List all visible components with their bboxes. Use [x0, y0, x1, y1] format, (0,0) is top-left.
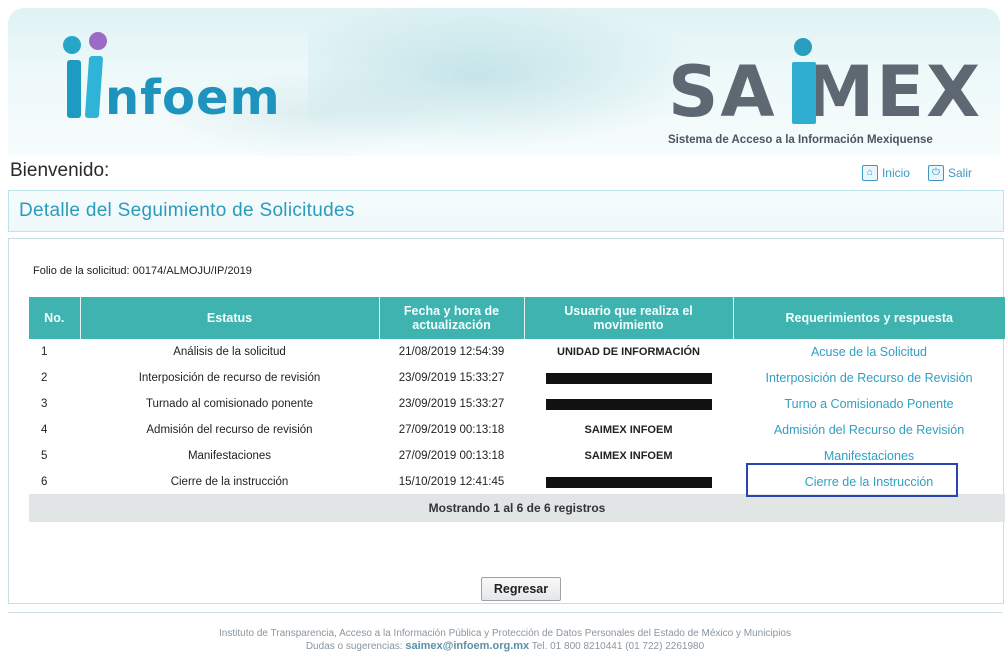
row-number: 1	[41, 346, 48, 358]
home-link[interactable]: ⌂ Inicio	[861, 165, 910, 181]
table-row: 1 Análisis de la solicitud 21/08/2019 12…	[29, 339, 1005, 365]
row-status: Manifestaciones	[187, 450, 272, 462]
logo-dot-icon	[63, 36, 81, 54]
infoem-logo: nfoem	[63, 32, 323, 132]
highlight-box	[746, 463, 958, 497]
redaction-bar	[545, 476, 712, 488]
response-link[interactable]: Acuse de la Solicitud	[811, 345, 927, 359]
folio-line: Folio de la solicitud: 00174/ALMOJU/IP/2…	[33, 265, 252, 277]
logout-link-label: Salir	[947, 166, 972, 180]
home-icon: ⌂	[861, 165, 878, 181]
page-title-bar: Detalle del Seguimiento de Solicitudes	[8, 190, 1004, 232]
column-header-datetime: Fecha y hora de actualización	[379, 297, 525, 339]
footer-institute: Instituto de Transparencia, Acceso a la …	[219, 628, 791, 639]
row-datetime: 27/09/2019 00:13:18	[398, 424, 505, 436]
back-button[interactable]: Regresar	[481, 577, 561, 601]
row-user	[524, 365, 733, 391]
saimex-wordmark: SAIMEX	[668, 51, 983, 133]
row-status: Cierre de la instrucción	[170, 476, 289, 488]
footer-contact: Dudas o sugerencias: saimex@infoem.org.m…	[8, 640, 1002, 653]
row-user	[524, 391, 733, 417]
row-number: 2	[41, 372, 48, 384]
row-number: 6	[41, 476, 48, 488]
folio-value: 00174/ALMOJU/IP/2019	[132, 265, 252, 277]
redaction-bar	[545, 398, 712, 410]
top-nav: ⌂ Inicio ⏻ Salir	[861, 165, 972, 181]
header-banner: nfoem SAIMEX Sistema de Acceso a la Info…	[8, 8, 1000, 156]
table-summary: Mostrando 1 al 6 de 6 registros	[29, 494, 1005, 522]
row-datetime: 27/09/2019 00:13:18	[398, 450, 505, 462]
response-link[interactable]: Turno a Comisionado Ponente	[784, 397, 953, 411]
redaction-bar	[545, 372, 712, 384]
logo-bar-icon	[84, 56, 104, 118]
column-header-status: Estatus	[80, 297, 380, 339]
saimex-i-dot-icon	[794, 38, 812, 56]
home-link-label: Inicio	[881, 166, 910, 180]
logo-bar-icon	[67, 60, 81, 118]
saimex-logo: SAIMEX Sistema de Acceso a la Informació…	[668, 38, 998, 156]
saimex-i-bar-icon	[792, 62, 816, 124]
row-datetime: 23/09/2019 15:33:27	[398, 372, 505, 384]
response-link[interactable]: Interposición de Recurso de Revisión	[765, 371, 972, 385]
footer-email-link[interactable]: saimex@infoem.org.mx	[405, 640, 529, 652]
logout-icon: ⏻	[927, 165, 944, 181]
column-header-no: No.	[29, 297, 81, 339]
page-title: Detalle del Seguimiento de Solicitudes	[19, 200, 355, 221]
row-number: 5	[41, 450, 48, 462]
row-status: Admisión del recurso de revisión	[146, 424, 313, 436]
column-header-response: Requerimientos y respuesta	[733, 297, 1005, 339]
site-footer: Instituto de Transparencia, Acceso a la …	[8, 612, 1002, 657]
table-header-row: No. Estatus Fecha y hora de actualizació…	[29, 297, 1005, 339]
table-row: 4 Admisión del recurso de revisión 27/09…	[29, 417, 1005, 443]
response-link[interactable]: Manifestaciones	[824, 449, 914, 463]
footer-contact-label: Dudas o sugerencias:	[305, 641, 403, 652]
footer-phone: Tel. 01 800 8210441 (01 722) 2261980	[531, 641, 705, 652]
row-status: Análisis de la solicitud	[173, 346, 286, 358]
table-row: 3 Turnado al comisionado ponente 23/09/2…	[29, 391, 1005, 417]
tracking-panel: Folio de la solicitud: 00174/ALMOJU/IP/2…	[8, 238, 1005, 604]
column-header-user: Usuario que realiza el movimiento	[524, 297, 734, 339]
logo-dot-icon	[89, 32, 107, 50]
infoem-wordmark: nfoem	[105, 70, 281, 126]
row-status: Interposición de recurso de revisión	[138, 372, 321, 384]
row-user: SAIMEX INFOEM	[584, 424, 673, 436]
row-user	[524, 469, 733, 495]
response-link[interactable]: Admisión del Recurso de Revisión	[774, 423, 964, 437]
row-number: 4	[41, 424, 48, 436]
saimex-tagline: Sistema de Acceso a la Información Mexiq…	[668, 134, 933, 146]
row-datetime: 21/08/2019 12:54:39	[398, 346, 505, 358]
logout-link[interactable]: ⏻ Salir	[927, 165, 972, 181]
row-datetime: 23/09/2019 15:33:27	[398, 398, 505, 410]
table-row: 2 Interposición de recurso de revisión 2…	[29, 365, 1005, 391]
row-user: UNIDAD DE INFORMACIÓN	[557, 346, 700, 358]
row-status: Turnado al comisionado ponente	[145, 398, 314, 410]
row-user: SAIMEX INFOEM	[584, 450, 673, 462]
row-number: 3	[41, 398, 48, 410]
row-datetime: 15/10/2019 12:41:45	[398, 476, 505, 488]
welcome-text: Bienvenido:	[10, 160, 110, 181]
folio-label: Folio de la solicitud:	[33, 265, 130, 277]
